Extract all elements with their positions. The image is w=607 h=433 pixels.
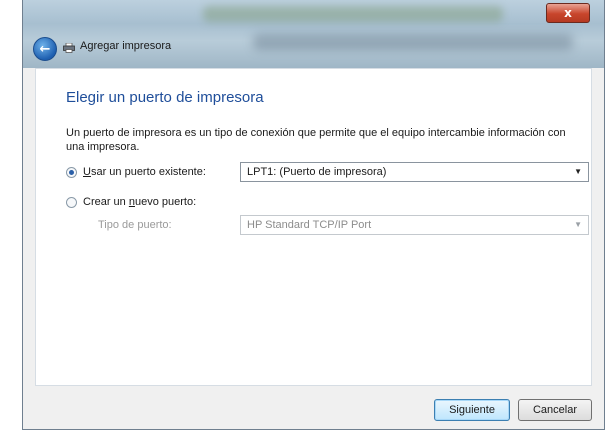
use-existing-port-label: Usar un puerto existente:	[83, 166, 206, 178]
chevron-down-icon: ▼	[574, 167, 582, 176]
next-button[interactable]: Siguiente	[434, 399, 510, 421]
page-description: Un puerto de impresora es un tipo de con…	[66, 127, 566, 153]
add-printer-dialog: x ← Agregar impresora Elegir un puerto d…	[22, 0, 605, 430]
use-existing-port-option[interactable]: Usar un puerto existente:	[66, 166, 206, 178]
title-bar	[23, 0, 604, 68]
back-arrow-icon: ←	[39, 41, 51, 57]
create-new-port-option[interactable]: Crear un nuevo puerto:	[66, 196, 196, 208]
desktop-background	[0, 0, 22, 433]
window-title: Agregar impresora	[80, 40, 172, 52]
radio-selected-dot	[69, 169, 74, 175]
port-type-dropdown: HP Standard TCP/IP Port ▼	[240, 215, 589, 235]
existing-port-value: LPT1: (Puerto de impresora)	[247, 166, 387, 178]
close-button[interactable]: x	[546, 3, 590, 23]
chevron-down-icon: ▼	[574, 220, 582, 229]
background-blur	[203, 6, 503, 22]
back-button[interactable]: ←	[33, 37, 57, 61]
wizard-content: Elegir un puerto de impresora Un puerto …	[35, 68, 592, 386]
create-new-port-label: Crear un nuevo puerto:	[83, 196, 197, 208]
port-type-label: Tipo de puerto:	[98, 219, 172, 231]
page-heading: Elegir un puerto de impresora	[66, 89, 264, 106]
background-blur	[253, 34, 573, 50]
port-type-value: HP Standard TCP/IP Port	[247, 219, 372, 231]
dialog-footer: Siguiente Cancelar	[23, 390, 604, 428]
printer-icon	[63, 43, 75, 53]
create-new-port-radio[interactable]	[66, 196, 77, 208]
existing-port-dropdown[interactable]: LPT1: (Puerto de impresora) ▼	[240, 162, 589, 182]
use-existing-port-radio[interactable]	[66, 166, 77, 178]
close-icon: x	[564, 6, 572, 20]
cancel-button[interactable]: Cancelar	[518, 399, 592, 421]
